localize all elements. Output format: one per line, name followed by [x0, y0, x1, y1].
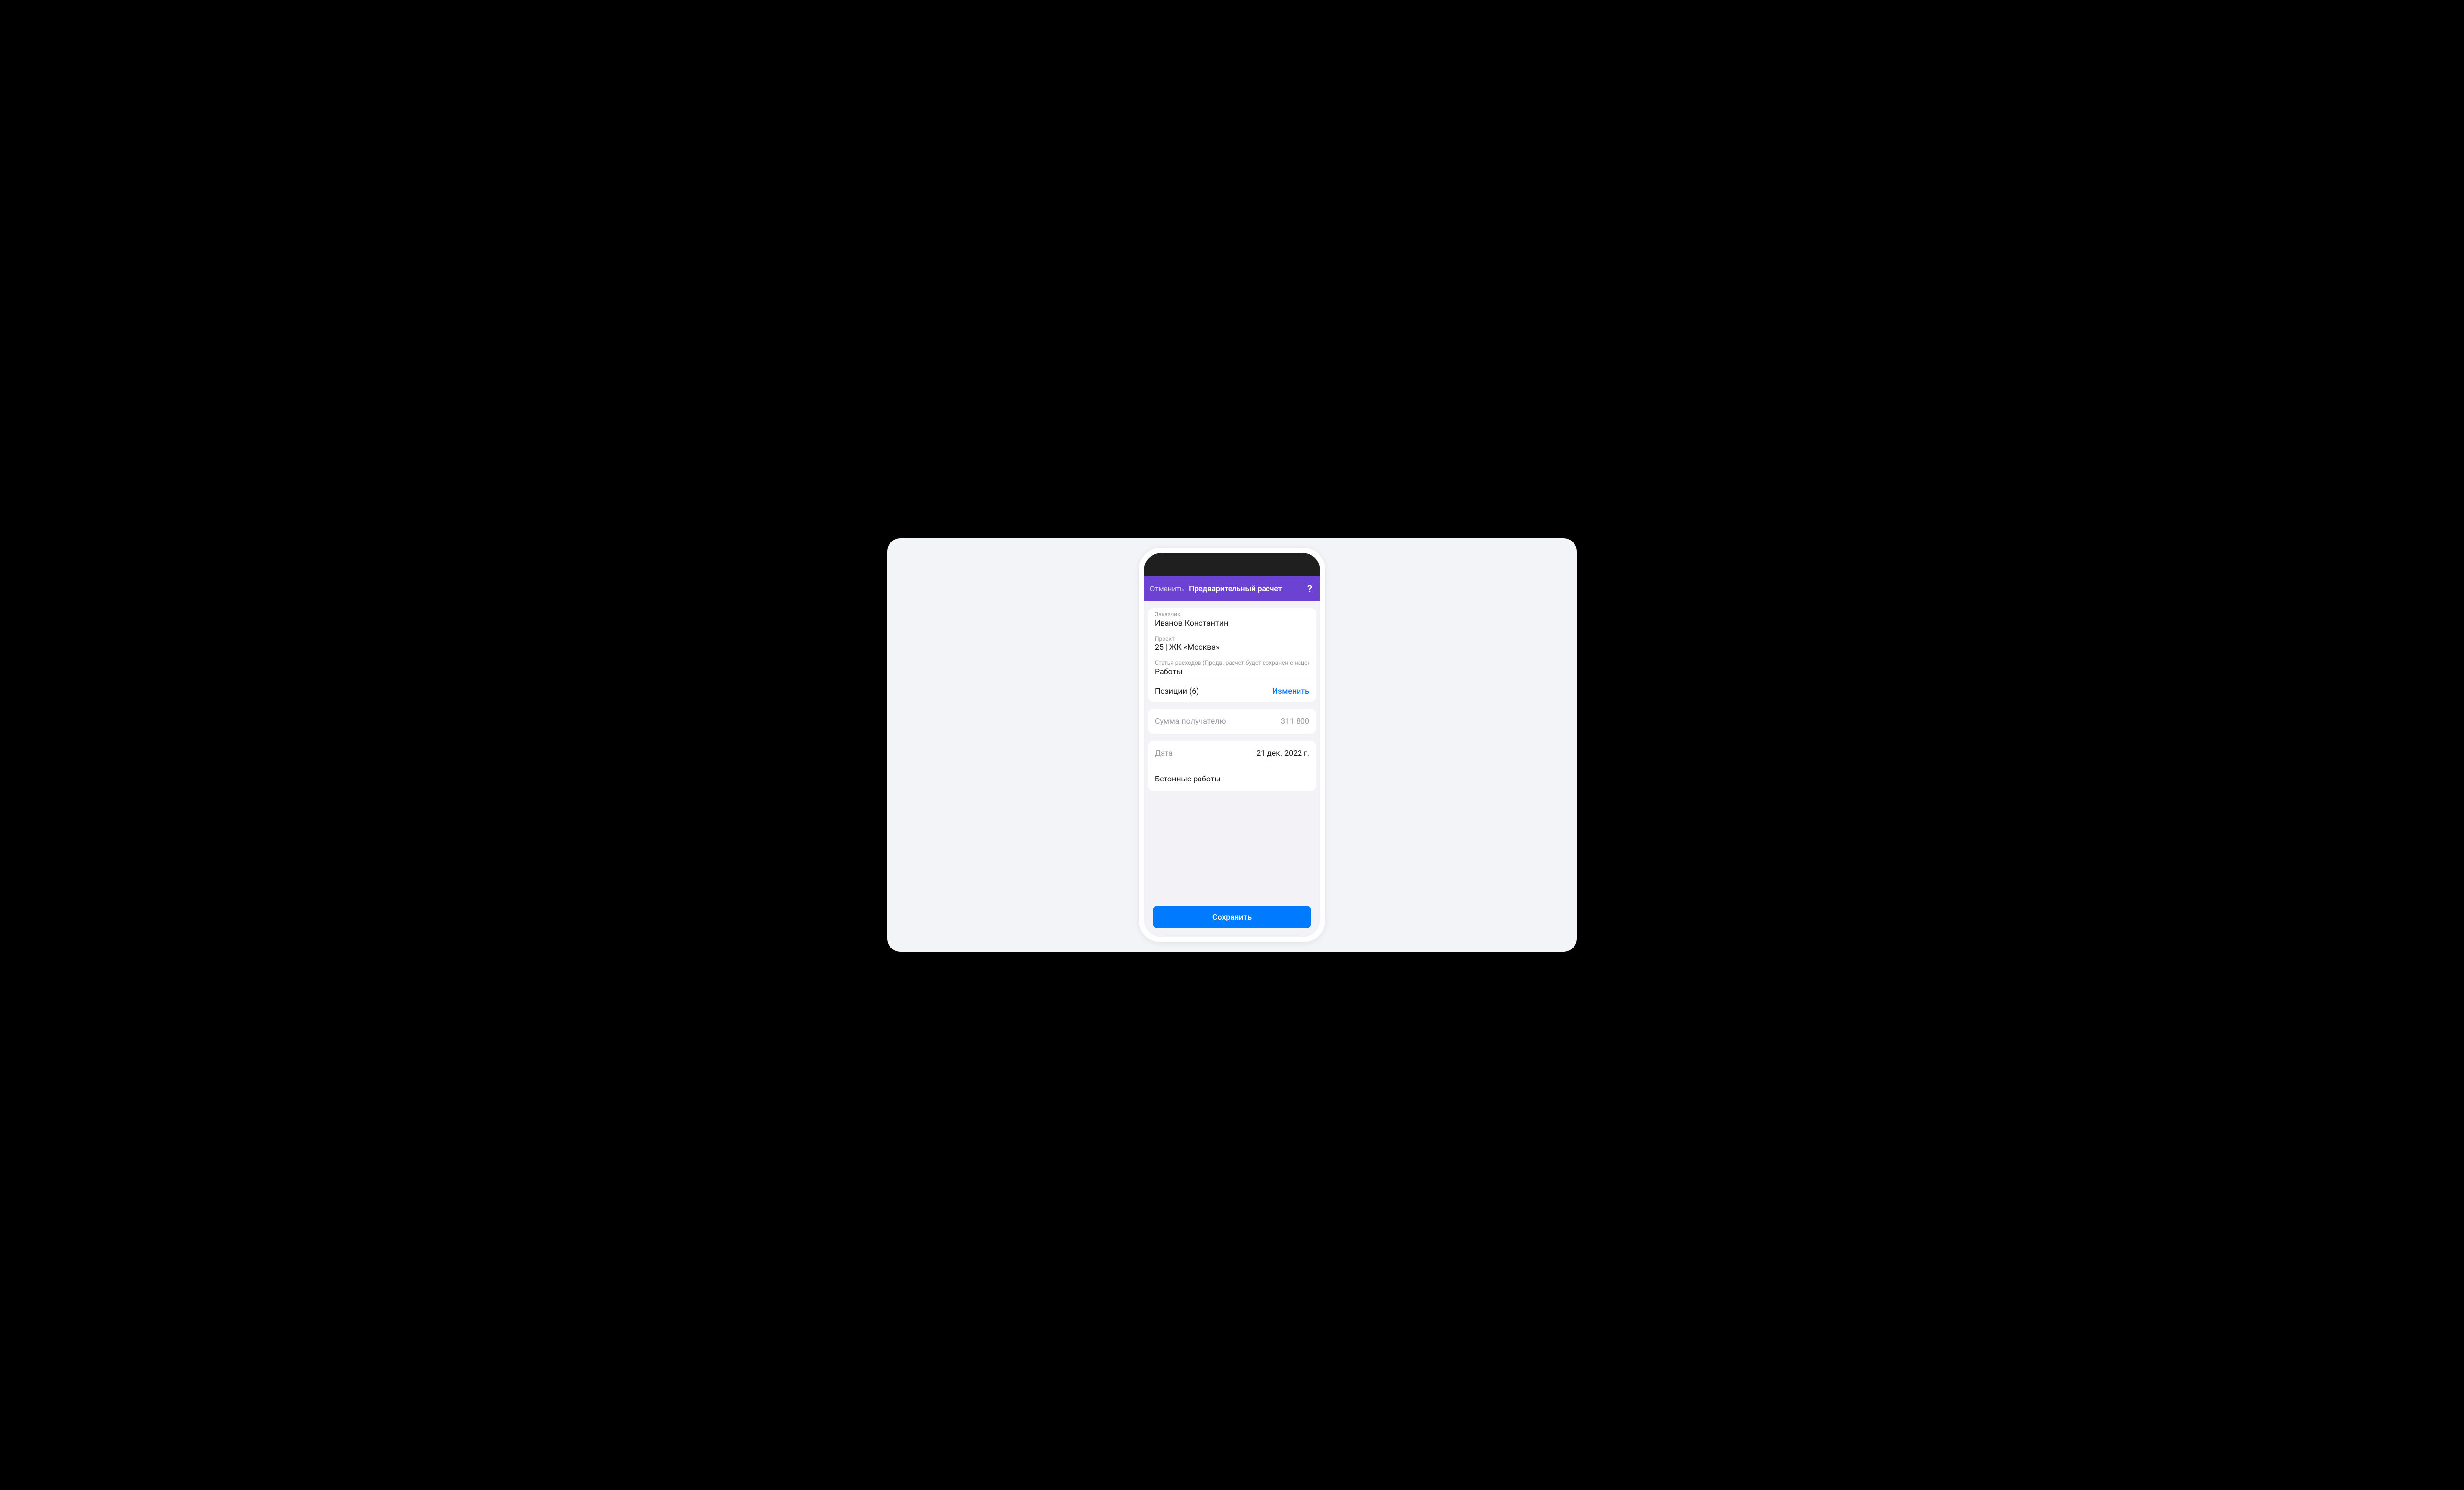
date-row[interactable]: Дата 21 дек. 2022 г. [1148, 741, 1316, 766]
date-card: Дата 21 дек. 2022 г. Бетонные работы [1148, 741, 1316, 791]
date-label: Дата [1155, 748, 1173, 758]
expense-value: Работы [1155, 667, 1309, 676]
save-button[interactable]: Сохранить [1153, 906, 1311, 928]
phone-screen: Отменить Предварительный расчет ? Заказч… [1144, 553, 1320, 937]
customer-value: Иванов Константин [1155, 618, 1309, 628]
positions-edit-button[interactable]: Изменить [1272, 686, 1309, 696]
cancel-button[interactable]: Отменить [1150, 584, 1184, 593]
amount-row[interactable]: Сумма получателю 311 800 [1148, 709, 1316, 734]
customer-field[interactable]: Заказчик Иванов Константин [1148, 608, 1316, 632]
phone-frame: Отменить Предварительный расчет ? Заказч… [1139, 548, 1325, 942]
outer-frame: Отменить Предварительный расчет ? Заказч… [887, 538, 1577, 952]
save-button-container: Сохранить [1153, 906, 1311, 928]
customer-label: Заказчик [1155, 611, 1309, 618]
amount-value: 311 800 [1281, 716, 1309, 726]
expense-label: Статья расходов (Предв. расчет будет сох… [1155, 659, 1309, 666]
project-field[interactable]: Проект 25 | ЖК «Москва» [1148, 632, 1316, 656]
positions-label: Позиции (6) [1155, 686, 1199, 696]
page-title: Предварительный расчет [1189, 584, 1282, 593]
details-card: Заказчик Иванов Константин Проект 25 | Ж… [1148, 608, 1316, 702]
content-area: Заказчик Иванов Константин Проект 25 | Ж… [1144, 601, 1320, 937]
description-row[interactable]: Бетонные работы [1148, 766, 1316, 791]
expense-field[interactable]: Статья расходов (Предв. расчет будет сох… [1148, 656, 1316, 680]
project-value: 25 | ЖК «Москва» [1155, 643, 1309, 652]
status-bar [1144, 553, 1320, 576]
help-icon[interactable]: ? [1307, 583, 1312, 595]
project-label: Проект [1155, 635, 1309, 642]
nav-bar: Отменить Предварительный расчет ? [1144, 576, 1320, 601]
date-value: 21 дек. 2022 г. [1256, 748, 1309, 758]
amount-card: Сумма получателю 311 800 [1148, 709, 1316, 734]
amount-label: Сумма получателю [1155, 716, 1226, 726]
description-value: Бетонные работы [1155, 774, 1221, 783]
positions-row: Позиции (6) Изменить [1148, 680, 1316, 702]
